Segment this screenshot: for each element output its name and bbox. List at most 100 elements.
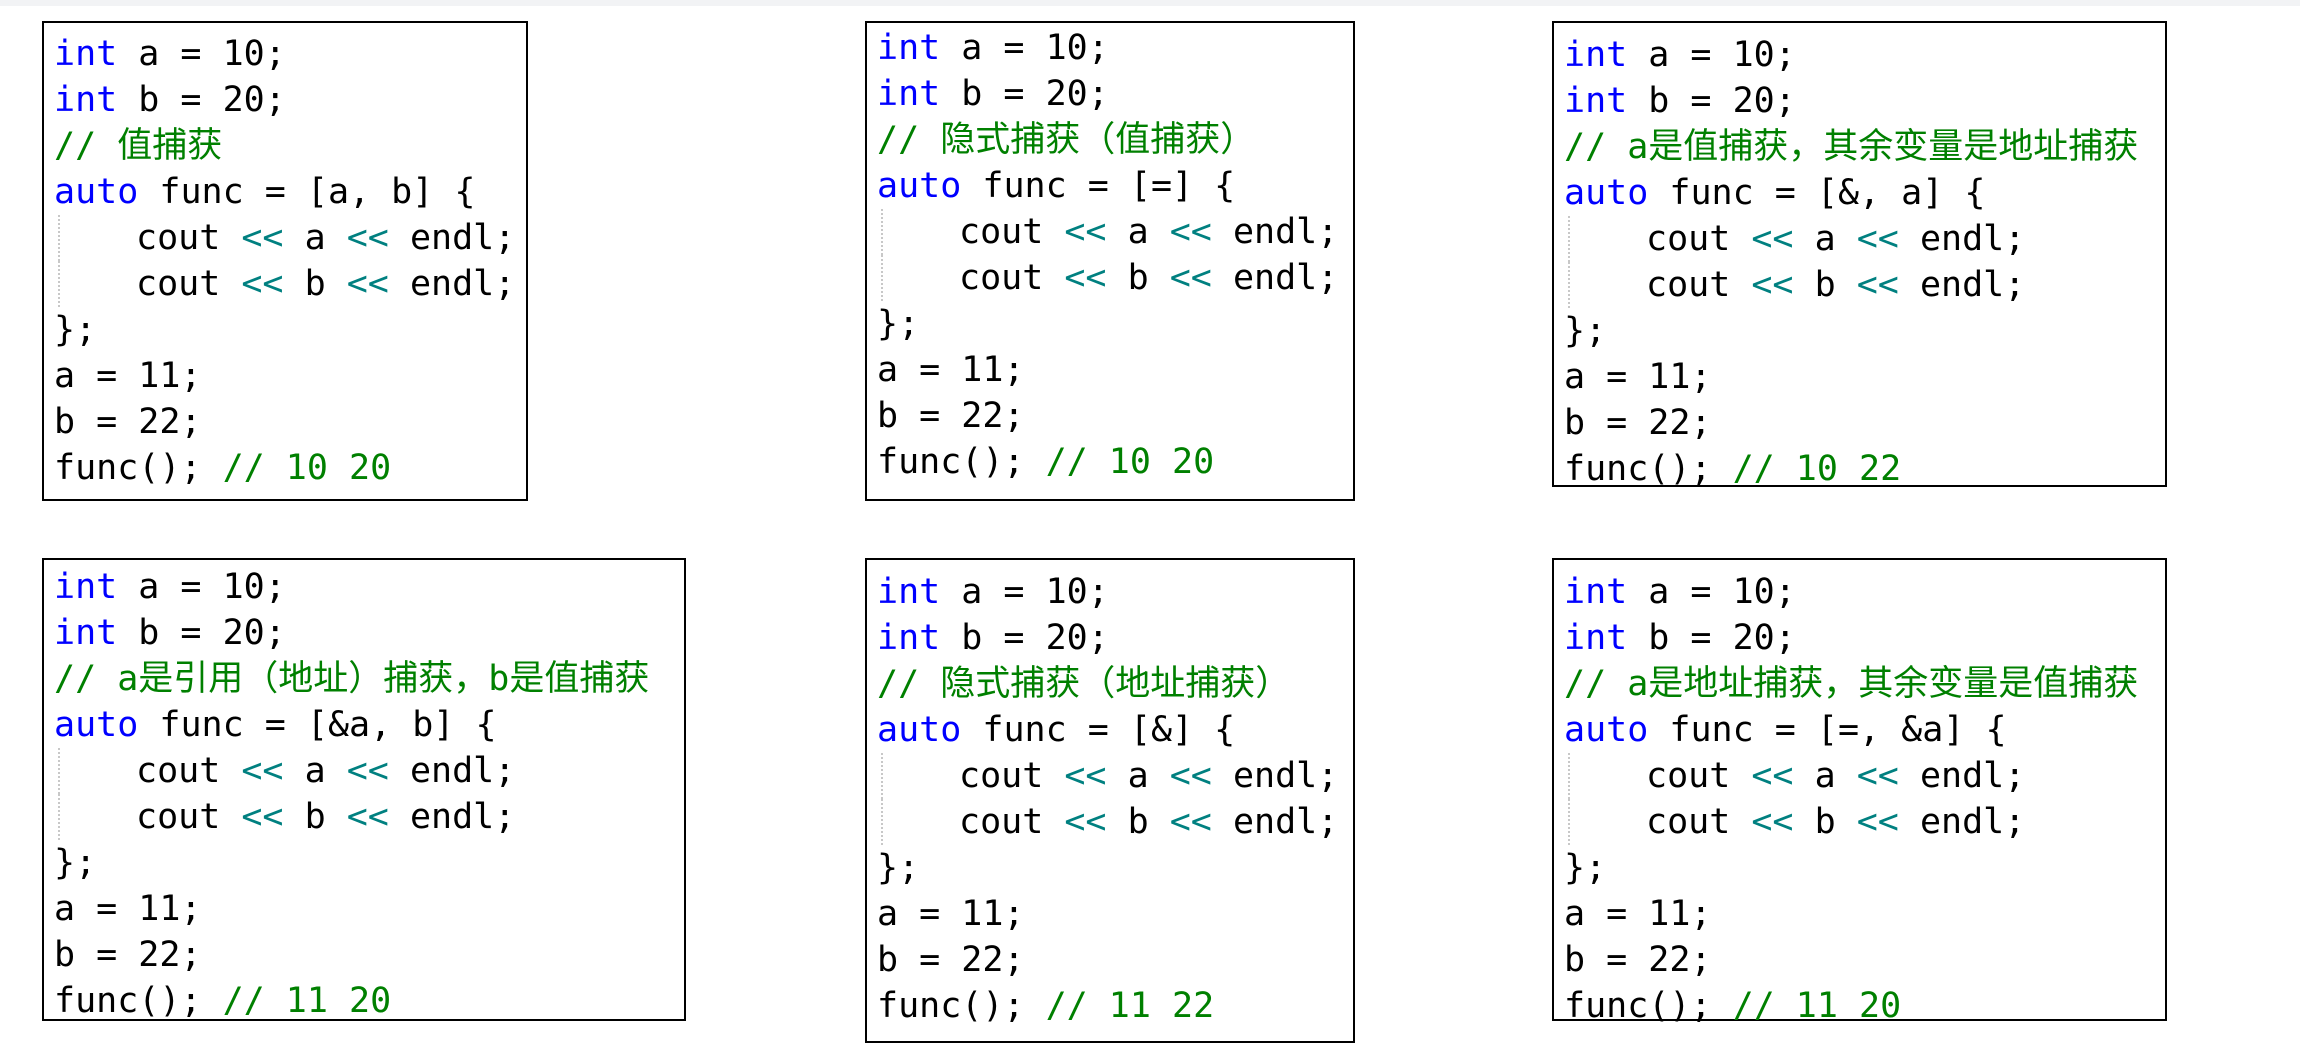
code-text: cout — [1646, 265, 1752, 305]
code-line-lambda-body: cout << b << endl; — [877, 255, 1349, 301]
code-operator: << — [346, 797, 389, 837]
code-text: endl; — [388, 797, 516, 837]
code-operator: << — [346, 264, 389, 304]
code-keyword: int — [877, 74, 941, 114]
code-comment: // 11 20 — [1732, 986, 1902, 1026]
code-operator: << — [1856, 265, 1899, 305]
code-text: endl; — [1211, 258, 1339, 298]
code-text: }; — [1564, 848, 1607, 888]
code-lines: int a = 10; int b = 20;// 隐式捕获（地址捕获） auto … — [877, 569, 1349, 1029]
code-line: int b = 20; — [877, 71, 1349, 117]
code-line: func(); // 10 20 — [54, 445, 522, 491]
code-line: b = 22; — [877, 937, 1349, 983]
code-operator: << — [1169, 258, 1212, 298]
code-comment: // a是地址捕获，其余变量是值捕获 — [1564, 664, 2139, 704]
code-operator: << — [1169, 212, 1212, 252]
indent-guide — [58, 215, 60, 261]
code-line: // a是地址捕获，其余变量是值捕获 — [1564, 661, 2161, 707]
code-line: func(); // 10 20 — [877, 439, 1349, 485]
code-line-lambda-body: cout << a << endl; — [1564, 216, 2161, 262]
code-text: endl; — [388, 264, 516, 304]
code-text: b — [1793, 802, 1857, 842]
code-operator: << — [1064, 258, 1107, 298]
code-line: func(); // 10 22 — [1564, 446, 2161, 492]
code-keyword: int — [1564, 572, 1628, 612]
code-keyword: int — [1564, 81, 1628, 121]
indent-guide — [881, 255, 883, 301]
code-operator: << — [1064, 802, 1107, 842]
code-keyword: int — [54, 567, 118, 607]
code-text: cout — [959, 756, 1065, 796]
code-operator: << — [241, 218, 284, 258]
code-operator: << — [1856, 756, 1899, 796]
code-text: func(); — [877, 442, 1046, 482]
code-line: func(); // 11 20 — [1564, 983, 2161, 1029]
code-line: }; — [1564, 308, 2161, 354]
code-lines: int a = 10; int b = 20;// a是值捕获，其余变量是地址捕获… — [1564, 32, 2161, 492]
code-keyword: int — [877, 572, 941, 612]
indent-guide — [881, 753, 883, 799]
code-line: auto func = [=] { — [877, 163, 1349, 209]
code-text: b = 20; — [940, 618, 1109, 658]
code-text: a = 11; — [877, 350, 1025, 390]
code-operator: << — [346, 218, 389, 258]
code-operator: << — [1064, 212, 1107, 252]
code-text: b = 20; — [117, 80, 286, 120]
code-text: endl; — [1211, 802, 1339, 842]
code-comment: // a是引用（地址）捕获，b是值捕获 — [54, 659, 650, 699]
code-line: int a = 10; — [54, 564, 680, 610]
code-line: auto func = [a, b] { — [54, 169, 522, 215]
code-text: endl; — [388, 218, 516, 258]
code-operator: << — [1751, 219, 1794, 259]
code-text: a — [1106, 212, 1170, 252]
code-line: int a = 10; — [877, 25, 1349, 71]
code-line: a = 11; — [54, 886, 680, 932]
code-panel-value-capture: int a = 10; int b = 20;// 值捕获 auto func = … — [42, 21, 528, 501]
code-comment: // 10 22 — [1732, 449, 1902, 489]
code-line: a = 11; — [1564, 354, 2161, 400]
code-text: cout — [1646, 802, 1752, 842]
code-text: b = 22; — [54, 402, 202, 442]
code-operator: << — [1169, 756, 1212, 796]
code-lines: int a = 10; int b = 20;// 值捕获 auto func = … — [54, 31, 522, 491]
code-text: b = 22; — [877, 940, 1025, 980]
code-text: endl; — [1898, 756, 2026, 796]
code-lines: int a = 10; int b = 20; // a是引用（地址）捕获，b是值捕… — [54, 564, 680, 1024]
code-text: b = 20; — [117, 613, 286, 653]
code-text: a = 10; — [117, 567, 286, 607]
code-line: b = 22; — [54, 399, 522, 445]
code-line: b = 22; — [877, 393, 1349, 439]
code-line: int b = 20; — [1564, 78, 2161, 124]
code-keyword: int — [1564, 618, 1628, 658]
code-line: auto func = [=, &a] { — [1564, 707, 2161, 753]
code-text: a = 10; — [1627, 572, 1796, 612]
indent-guide — [881, 209, 883, 255]
code-keyword: auto — [54, 172, 139, 212]
code-keyword: auto — [877, 710, 962, 750]
code-text: cout — [136, 797, 242, 837]
code-operator: << — [1751, 802, 1794, 842]
code-line: int b = 20; — [1564, 615, 2161, 661]
code-text: cout — [1646, 219, 1752, 259]
code-text: func(); — [54, 448, 223, 488]
indent-guide — [881, 799, 883, 845]
indent-guide — [1568, 262, 1570, 308]
code-text: func(); — [1564, 986, 1733, 1026]
code-text: a — [1793, 756, 1857, 796]
code-line-lambda-body: cout << b << endl; — [1564, 262, 2161, 308]
code-comment: // 值捕获 — [54, 126, 223, 166]
code-line: a = 11; — [877, 347, 1349, 393]
code-text: }; — [877, 848, 920, 888]
code-text: a = 10; — [117, 34, 286, 74]
indent-guide — [1568, 753, 1570, 799]
code-line: b = 22; — [54, 932, 680, 978]
code-text: a = 11; — [54, 356, 202, 396]
code-operator: << — [1751, 756, 1794, 796]
code-line: // 隐式捕获（值捕获） — [877, 117, 1349, 163]
code-line-lambda-body: cout << a << endl; — [877, 209, 1349, 255]
code-comment: // 10 20 — [222, 448, 392, 488]
code-text: cout — [1646, 756, 1752, 796]
code-text: b = 22; — [54, 935, 202, 975]
code-text: endl; — [1211, 756, 1339, 796]
code-keyword: int — [877, 28, 941, 68]
